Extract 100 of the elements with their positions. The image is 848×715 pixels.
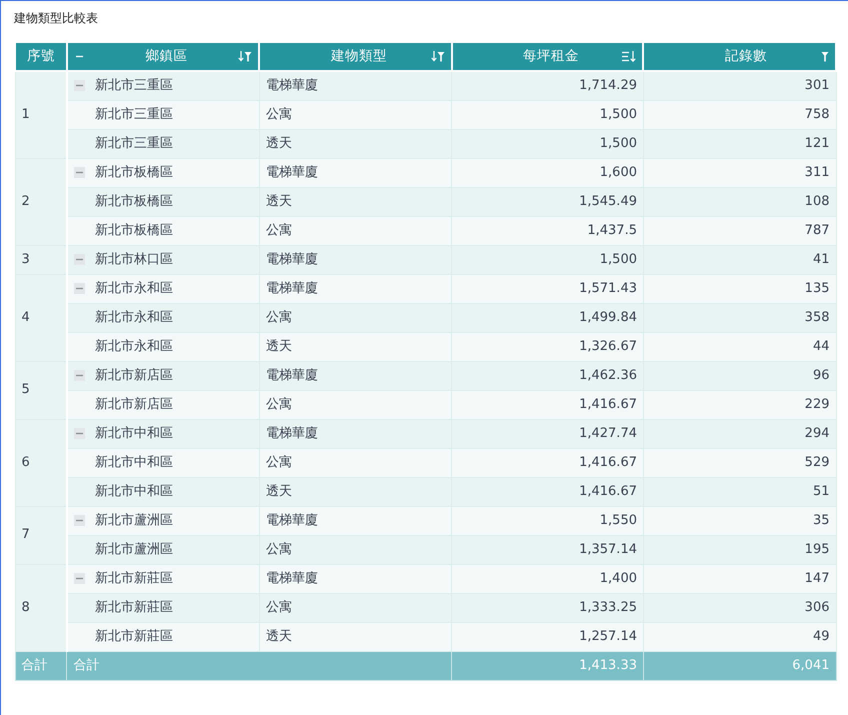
minus-icon <box>76 256 83 263</box>
rent-cell: 1,400 <box>452 564 644 593</box>
count-cell: 229 <box>643 390 836 419</box>
rent-cell: 1,437.5 <box>452 216 644 245</box>
table-title: 建物類型比較表 <box>14 10 99 27</box>
rent-cell: 1,326.67 <box>452 332 644 361</box>
district-cell-text: 新北市永和區 <box>94 280 173 298</box>
rent-cell: 1,427.74 <box>452 419 644 448</box>
rent-cell: 1,545.49 <box>452 187 644 216</box>
rent-cell: 1,499.84 <box>452 303 644 332</box>
minus-icon <box>76 430 83 437</box>
district-cell-text: 新北市板橋區 <box>94 192 173 211</box>
count-cell: 121 <box>643 129 836 158</box>
minus-icon <box>76 575 83 582</box>
collapse-button[interactable] <box>74 428 85 439</box>
building-type-cell: 透天 <box>259 477 452 506</box>
rent-cell: 1,416.67 <box>452 390 644 419</box>
collapse-button[interactable] <box>74 254 85 265</box>
district-cell-text: 新北市新莊區 <box>94 628 173 646</box>
count-cell: 195 <box>643 535 836 564</box>
minus-icon <box>76 285 83 292</box>
collapse-button[interactable] <box>74 370 85 381</box>
index-cell: 6 <box>15 419 67 506</box>
district-cell-text: 新北市永和區 <box>94 338 173 356</box>
collapse-button[interactable] <box>74 283 85 294</box>
minus-icon <box>76 169 83 176</box>
building-type-cell: 透天 <box>259 187 452 216</box>
district-cell-text: 新北市中和區 <box>94 482 173 501</box>
district-cell-text: 新北市三重區 <box>94 134 173 153</box>
index-cell: 4 <box>15 274 67 361</box>
total-count-cell: 6,041 <box>643 651 836 680</box>
building-type-cell: 電梯華廈 <box>259 506 452 535</box>
rent-cell: 1,600 <box>452 158 644 187</box>
collapse-button[interactable] <box>74 515 85 526</box>
minus-icon <box>76 517 83 524</box>
building-type-cell: 電梯華廈 <box>259 419 452 448</box>
rent-cell: 1,462.36 <box>452 361 644 390</box>
district-cell-text: 新北市中和區 <box>94 424 173 443</box>
building-type-cell: 電梯華廈 <box>259 158 452 187</box>
building-type-cell: 公寓 <box>259 535 452 564</box>
minus-icon <box>76 372 83 379</box>
index-cell: 3 <box>15 245 67 274</box>
district-cell-text: 新北市板橋區 <box>94 222 173 240</box>
index-cell: 8 <box>15 564 67 651</box>
count-cell: 41 <box>643 245 836 274</box>
count-cell: 135 <box>643 274 836 303</box>
building-type-cell: 電梯華廈 <box>259 274 452 303</box>
collapse-button[interactable] <box>74 167 85 178</box>
building-type-cell: 公寓 <box>259 303 452 332</box>
rent-cell: 1,500 <box>452 100 644 129</box>
rent-cell: 1,550 <box>452 506 644 535</box>
index-cell: 5 <box>15 361 67 419</box>
district-cell-text: 新北市永和區 <box>94 308 173 327</box>
building-type-cell: 透天 <box>259 622 452 651</box>
count-cell: 44 <box>643 332 836 361</box>
building-type-cell: 透天 <box>259 332 452 361</box>
index-cell: 1 <box>15 71 67 158</box>
total-rent-cell: 1,413.33 <box>452 651 644 680</box>
rent-cell: 1,571.43 <box>452 274 644 303</box>
district-cell-text: 新北市三重區 <box>94 106 173 124</box>
rent-cell: 1,416.67 <box>452 477 644 506</box>
rent-cell: 1,333.25 <box>452 593 644 622</box>
count-cell: 51 <box>643 477 836 506</box>
total-label: 合計 <box>66 651 452 680</box>
collapse-button[interactable] <box>74 573 85 584</box>
building-type-cell: 透天 <box>259 129 452 158</box>
count-cell: 294 <box>643 419 836 448</box>
district-cell-text: 新北市新店區 <box>94 366 173 385</box>
count-cell: 301 <box>643 71 836 100</box>
collapse-button[interactable] <box>74 80 85 92</box>
district-cell-text: 新北市林口區 <box>94 250 173 269</box>
column-header: 序號 <box>15 43 67 71</box>
building-type-cell: 電梯華廈 <box>259 245 452 274</box>
count-cell: 49 <box>643 622 836 651</box>
rent-cell: 1,257.14 <box>452 622 644 651</box>
district-cell-text: 新北市中和區 <box>94 454 173 472</box>
count-cell: 306 <box>643 593 836 622</box>
rent-cell: 1,500 <box>452 245 644 274</box>
building-type-cell: 電梯華廈 <box>259 71 452 100</box>
building-type-cell: 公寓 <box>259 593 452 622</box>
index-cell: 2 <box>15 158 67 245</box>
count-cell: 758 <box>643 100 836 129</box>
count-cell: 35 <box>643 506 836 535</box>
building-type-cell: 電梯華廈 <box>259 564 452 593</box>
count-cell: 311 <box>643 158 836 187</box>
district-cell-text: 新北市新店區 <box>94 396 173 414</box>
count-cell: 358 <box>643 303 836 332</box>
building-type-cell: 電梯華廈 <box>259 361 452 390</box>
rent-cell: 1,416.67 <box>452 448 644 477</box>
district-cell-text: 新北市板橋區 <box>94 164 173 182</box>
rent-cell: 1,500 <box>452 129 644 158</box>
rent-cell: 1,357.14 <box>452 535 644 564</box>
district-cell-text: 新北市蘆洲區 <box>94 512 173 530</box>
district-cell-text: 新北市三重區 <box>94 77 173 95</box>
district-cell-text: 新北市新莊區 <box>94 570 173 588</box>
district-cell-text: 新北市蘆洲區 <box>94 540 173 559</box>
total-label: 合計 <box>15 651 67 680</box>
building-type-cell: 公寓 <box>259 448 452 477</box>
building-type-cell: 公寓 <box>259 390 452 419</box>
count-cell: 787 <box>643 216 836 245</box>
